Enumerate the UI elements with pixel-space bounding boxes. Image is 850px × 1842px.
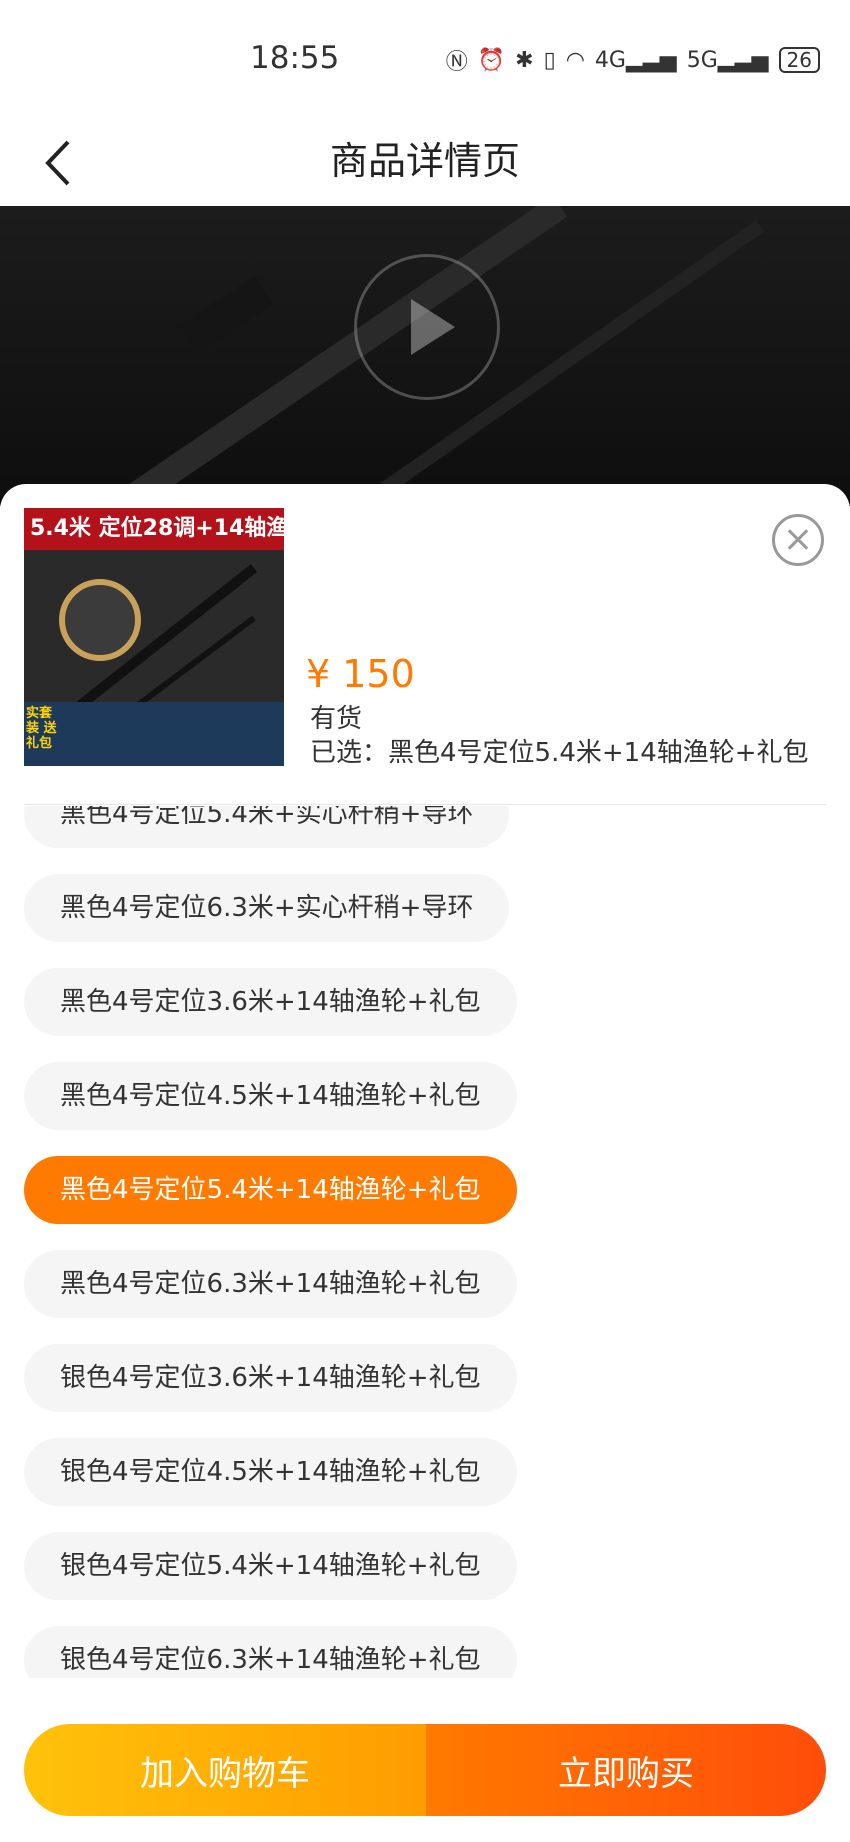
option-chip[interactable]: 银色4号定位6.3米+14轴渔轮+礼包 [24, 1626, 517, 1678]
option-chip[interactable]: 黑色4号定位4.5米+14轴渔轮+礼包 [24, 1062, 517, 1130]
product-video[interactable] [0, 206, 850, 506]
stock-status: 有货 [310, 704, 363, 734]
signal-5g-label: 5G [686, 47, 718, 73]
close-icon[interactable] [772, 514, 824, 566]
add-to-cart-button[interactable]: 加入购物车 [24, 1724, 426, 1816]
option-chip[interactable]: 银色4号定位5.4米+14轴渔轮+礼包 [24, 1532, 517, 1600]
status-bar: 18:55 Ⓝ ⏰ ✱ ▯ ◠ 4G▂▃▅ 5G▂▃▅ 26 [0, 0, 850, 120]
action-bar: 加入购物车 立即购买 [24, 1724, 826, 1816]
alarm-icon: ⏰ [477, 47, 506, 73]
page-title: 商品详情页 [329, 139, 520, 183]
vibrate-icon: ▯ [543, 47, 556, 73]
wifi-icon: ◠ [565, 47, 585, 73]
status-time: 18:55 [250, 40, 340, 76]
divider [24, 804, 826, 805]
option-chip-selected[interactable]: 黑色4号定位5.4米+14轴渔轮+礼包 [24, 1156, 517, 1224]
product-thumbnail: 5.4米 定位28调+14轴渔轮 实套装 送礼包 [24, 508, 284, 766]
option-chip[interactable]: 银色4号定位3.6米+14轴渔轮+礼包 [24, 1344, 517, 1412]
signal-4g-icon: 4G▂▃▅ [594, 47, 677, 73]
option-chip[interactable]: 黑色4号定位3.6米+14轴渔轮+礼包 [24, 968, 517, 1036]
buy-now-button[interactable]: 立即购买 [426, 1724, 826, 1816]
play-icon[interactable] [354, 254, 500, 400]
nav-bar: 商品详情页 [0, 120, 850, 206]
signal-5g-icon: 5G▂▃▅ [686, 47, 769, 73]
selected-variant: 已选：黑色4号定位5.4米+14轴渔轮+礼包 [310, 738, 809, 768]
option-chip[interactable]: 黑色4号定位5.4米+实心杆稍+导环 [24, 806, 510, 848]
signal-4g-label: 4G [594, 47, 626, 73]
battery-icon: 26 [778, 47, 820, 73]
option-chip[interactable]: 银色4号定位4.5米+14轴渔轮+礼包 [24, 1438, 517, 1506]
thumbnail-badge: 实套装 送礼包 [26, 706, 57, 751]
sku-sheet: 5.4米 定位28调+14轴渔轮 实套装 送礼包 ¥ 150 有货 已选：黑色4… [0, 484, 850, 1842]
price: ¥ 150 [306, 652, 415, 696]
option-chip[interactable]: 黑色4号定位6.3米+实心杆稍+导环 [24, 874, 510, 942]
bluetooth-icon: ✱ [515, 47, 534, 73]
option-chip[interactable]: 黑色4号定位6.3米+14轴渔轮+礼包 [24, 1250, 517, 1318]
accessory-grid: 实套装 送礼包 [24, 702, 284, 766]
variant-options: 黑色4号定位5.4米+实心杆稍+导环 黑色4号定位6.3米+实心杆稍+导环 黑色… [0, 806, 850, 1678]
status-icons: Ⓝ ⏰ ✱ ▯ ◠ 4G▂▃▅ 5G▂▃▅ 26 [446, 44, 820, 76]
nfc-icon: Ⓝ [445, 50, 468, 75]
